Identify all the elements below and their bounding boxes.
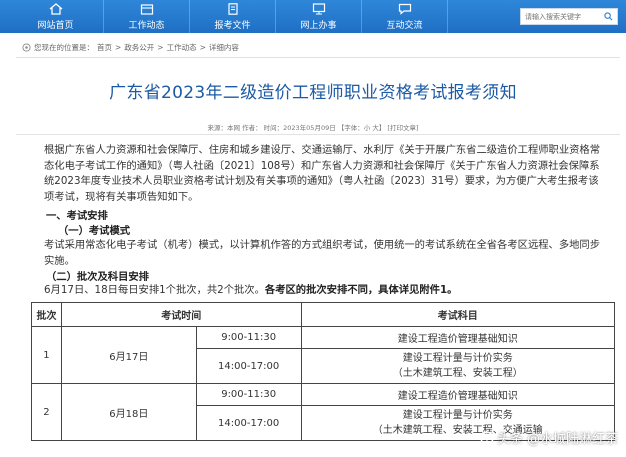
header-subject: 考试科目 [300, 302, 616, 327]
subject-cell: 建设工程造价管理基础知识 [300, 326, 616, 349]
nav-item-home[interactable]: 网站首页 [8, 0, 104, 33]
divider [16, 57, 620, 58]
exam-schedule-table: 批次 考试时间 考试科目 1 6月17日 9:00-11:30 建设工程造价管理… [31, 302, 616, 441]
breadcrumb-sep: > [199, 43, 206, 52]
document-icon [226, 3, 240, 16]
watermark-logo-icon [480, 430, 494, 445]
breadcrumb-home[interactable]: 首页 [97, 42, 112, 53]
mode-paragraph: 考试采用常态化电子考试（机考）模式，以计算机作答的方式组织考试，使用统一的考试系… [44, 239, 601, 267]
subject-line: 建设工程计量与计价实务 [402, 353, 513, 364]
top-nav: 网站首页 工作动态 报考文件 网上办事 互动交流 [0, 0, 626, 33]
nav-item-online-service[interactable]: 网上办事 [276, 0, 362, 33]
date-cell: 6月18日 [60, 383, 197, 441]
folder-icon [140, 3, 154, 16]
time-cell: 14:00-17:00 [195, 348, 302, 384]
breadcrumb-prefix: 您现在的位置是： [34, 43, 94, 52]
article-meta: 来源：本网 作者： 时间：2023年05月09日 【字体：小 大】 [打印文章] [207, 124, 419, 132]
batch-paragraph: 6月17日、18日每日安排1个批次，共2个批次。各考区的批次安排不同，具体详见附… [44, 283, 604, 299]
header-batch: 批次 [31, 302, 62, 327]
divider [16, 134, 620, 135]
subject-cell: 建设工程造价管理基础知识 [300, 383, 616, 406]
nav-label-work-news: 工作动态 [128, 20, 165, 31]
breadcrumb-sep: > [157, 43, 164, 52]
nav-label-interaction: 互动交流 [386, 20, 423, 31]
nav-item-interaction[interactable]: 互动交流 [362, 0, 448, 33]
search-icon[interactable] [601, 10, 615, 24]
batch-note-bold: 各考区的批次安排不同，具体详见附件1。 [264, 284, 458, 296]
search-input[interactable] [521, 12, 601, 21]
search-box [520, 8, 618, 25]
section-heading: 一、考试安排 [46, 210, 108, 222]
nav-item-work-news[interactable]: 工作动态 [104, 0, 190, 33]
chat-icon [398, 3, 412, 16]
subsection-heading: （二）批次及科目安排 [46, 271, 149, 283]
monitor-icon [312, 3, 326, 16]
batch-text: 6月17日、18日每日安排1个批次，共2个批次。 [44, 284, 265, 296]
intro-paragraph: 根据广东省人力资源和社会保障厅、住房和城乡建设厅、交通运输厅、水利厅《关于开展广… [44, 144, 601, 203]
subject-line: 建设工程计量与计价实务 [402, 410, 513, 421]
breadcrumb-sep: > [115, 43, 122, 52]
table-row: 1 6月17日 9:00-11:30 建设工程造价管理基础知识 [31, 326, 616, 384]
subject-line: （土木建筑工程、安装工程） [392, 368, 523, 379]
batch-cell: 2 [31, 383, 62, 441]
table-header-row: 批次 考试时间 考试科目 [31, 302, 616, 327]
nav-label-exam-files: 报考文件 [214, 20, 251, 31]
home-icon [49, 3, 63, 16]
batch-cell: 1 [31, 326, 62, 384]
location-icon [22, 43, 31, 52]
header-time: 考试时间 [60, 302, 302, 327]
page-title: 广东省2023年二级造价工程师职业资格考试报考须知 [109, 83, 517, 103]
subject-cell: 建设工程计量与计价实务 （土木建筑工程、安装工程） [300, 348, 616, 384]
time-cell: 9:00-11:30 [195, 326, 302, 349]
breadcrumb-current: 详细内容 [208, 43, 239, 52]
breadcrumb-gov[interactable]: 政务公开 [124, 42, 154, 53]
nav-label-online-service: 网上办事 [300, 20, 337, 31]
watermark-text: 头条 @水城陆淋红茶 [496, 432, 618, 447]
time-cell: 9:00-11:30 [195, 383, 302, 406]
breadcrumb-news[interactable]: 工作动态 [167, 42, 197, 53]
nav-item-exam-files[interactable]: 报考文件 [190, 0, 276, 33]
table-row: 2 6月18日 9:00-11:30 建设工程造价管理基础知识 [31, 383, 616, 441]
nav-label-home: 网站首页 [37, 20, 74, 31]
time-cell: 14:00-17:00 [195, 405, 302, 441]
date-cell: 6月17日 [60, 326, 197, 384]
breadcrumb: 您现在的位置是： 首页 > 政务公开 > 工作动态 > 详细内容 [22, 42, 239, 53]
watermark: 头条 @水城陆淋红茶 [480, 428, 618, 447]
subsection-heading: （一）考试模式 [58, 225, 131, 237]
